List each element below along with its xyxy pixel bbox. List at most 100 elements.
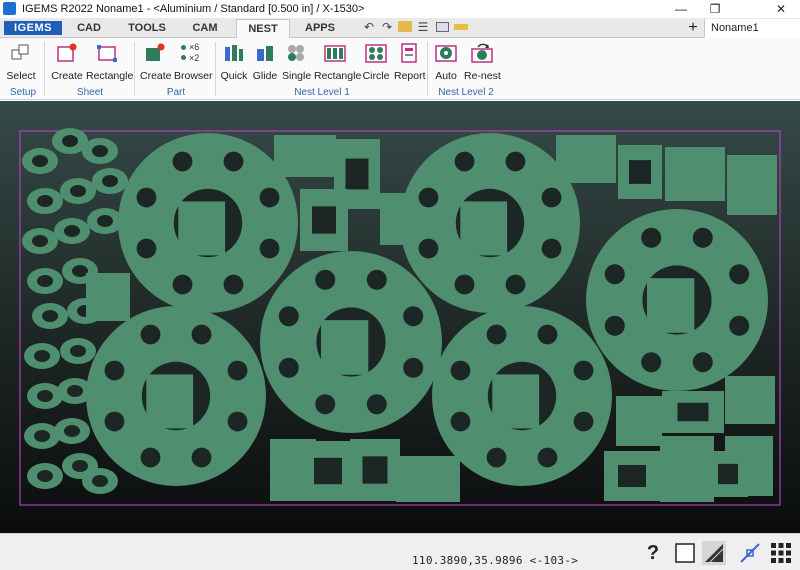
fullscreen-toggle-icon[interactable] [673,541,697,565]
bracket-hole [72,460,88,472]
minimize-button[interactable]: — [664,0,698,18]
help-icon[interactable]: ? [641,541,665,565]
bracket-hole [102,175,118,187]
nest-auto-button[interactable]: Auto [432,42,460,84]
ruler-icon[interactable] [454,24,468,30]
nest-canvas[interactable] [0,101,800,533]
flange-bolt-hole [573,411,594,432]
group-label-part: Part [166,87,186,98]
maximize-button[interactable]: ❐ [698,0,732,18]
settings-sliders-icon[interactable]: ☰ [416,20,430,34]
tab-tools[interactable]: TOOLS [118,19,176,38]
flange-bolt-hole [450,411,471,432]
new-sheet-icon [57,43,77,62]
sheet-rectangle-button[interactable]: Rectangle [86,42,133,84]
plate-part [556,135,616,183]
igems-logo[interactable]: IGEMS [4,21,62,35]
plate-part [274,135,336,177]
close-button[interactable]: ✕ [764,0,798,18]
group-label-nest-level-2: Nest Level 2 [438,87,494,98]
part-create-button[interactable]: Create [140,42,172,84]
ribbon-separator [427,42,428,96]
snap-mode-icon[interactable] [702,541,726,565]
flange-bolt-hole [136,238,157,259]
nest-single-button[interactable]: Single [282,42,311,84]
select-button[interactable]: Select [4,42,38,84]
flange-bolt-hole [641,227,662,248]
flange-bolt-hole [418,238,439,259]
redo-icon[interactable]: ↷ [380,20,394,34]
nest-rectangle-button[interactable]: Rectangle [314,42,361,84]
bracket-hole [37,195,53,207]
flange-bolt-hole [191,324,212,345]
new-part-icon [146,43,165,61]
rectangle-sheet-icon [97,45,117,62]
flange-bolt-hole [223,274,244,295]
circle-nest-icon [365,44,387,63]
flange-bolt-hole [573,360,594,381]
select-icon [11,44,29,60]
bracket-hole [34,430,50,442]
re-nest-icon [471,43,493,63]
plate-part [665,147,725,201]
frame-window [618,465,646,487]
tab-cad[interactable]: CAD [66,19,112,38]
re-nest-button[interactable]: Re-nest [464,42,501,84]
ribbon-separator [134,42,135,96]
group-label-sheet: Sheet [76,87,104,98]
tab-cam[interactable]: CAM [180,19,230,38]
document-tab[interactable]: Noname1 [704,19,800,38]
group-label-nest-level-1: Nest Level 1 [294,87,350,98]
nest-circle-button[interactable]: Circle [362,42,390,84]
flange-bolt-hole [692,227,713,248]
plate-part [616,396,662,446]
single-nest-icon [288,45,304,61]
nest-drawing[interactable] [0,101,800,533]
bracket-hole [70,185,86,197]
frame-window [718,463,738,485]
tab-nest[interactable]: NEST [236,19,290,39]
nest-glide-button[interactable]: Glide [252,42,278,84]
bracket-hole [67,385,83,397]
ribbon-separator [44,42,45,96]
flange-bolt-hole [641,352,662,373]
flange-bolt-hole [450,360,471,381]
flange-bolt-hole [486,324,507,345]
plate-part [725,376,775,424]
flange-bolt-hole [692,352,713,373]
flange-bolt-hole [366,269,387,290]
sheet-create-button[interactable]: Create [50,42,84,84]
bracket-hole [62,135,78,147]
nest-quick-button[interactable]: Quick [220,42,248,84]
flange-bore-insert [460,201,508,256]
flange-bore-insert [320,320,369,375]
flange-bolt-hole [227,411,248,432]
flange-bolt-hole [104,411,125,432]
undo-icon[interactable]: ↶ [362,20,376,34]
title-bar: IGEMS R2022 Noname1 - <Aluminium / Stand… [0,0,800,18]
part-browser-button[interactable]: ×6 ×2 Browser [174,42,213,84]
nest-report-button[interactable]: Report [394,42,426,84]
flange-bolt-hole [259,187,280,208]
flange-bolt-hole [366,394,387,415]
tab-apps[interactable]: APPS [294,19,346,38]
bracket-hole [37,275,53,287]
flange-bolt-hole [104,360,125,381]
flange-bolt-hole [541,238,562,259]
app-icon [3,2,16,15]
flange-bore-insert [646,278,695,333]
ortho-snap-icon[interactable] [738,541,762,565]
sheet-view-icon[interactable] [436,22,449,32]
plate-part [727,155,777,215]
flange-bore-insert [178,201,226,256]
flange-bolt-hole [172,151,193,172]
flange-bolt-hole [403,357,424,378]
frame-window [312,206,336,234]
flange-bolt-hole [604,315,625,336]
window-title: IGEMS R2022 Noname1 - <Aluminium / Stand… [22,3,365,15]
new-document-button[interactable]: + [684,19,702,38]
folder-icon[interactable] [398,21,412,32]
flange-bolt-hole [259,238,280,259]
quick-nest-icon [225,45,243,61]
grid-icon[interactable] [769,541,793,565]
